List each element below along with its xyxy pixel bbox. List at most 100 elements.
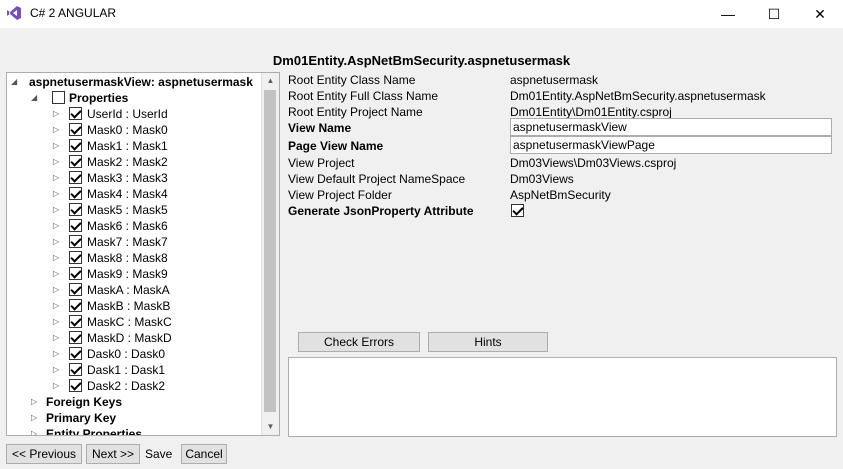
tree-item-label: MaskC : MaskC [87,315,172,329]
view-project-label: View Project [288,156,355,170]
item-checkbox[interactable] [69,187,82,200]
title-bar: C# 2 ANGULAR — ☐ ✕ [0,0,843,28]
root-class-row: Root Entity Class Name [288,72,415,88]
item-checkbox[interactable] [69,363,82,376]
previous-button[interactable]: << Previous [6,444,82,464]
primary-key-label: Primary Key [46,411,117,425]
check-errors-button[interactable]: Check Errors [298,332,420,352]
tree-root-label: aspnetusermaskView: aspnetusermask [29,75,253,89]
item-checkbox[interactable] [69,139,82,152]
collapsed-arrow-icon[interactable]: ▷ [53,298,63,314]
collapsed-arrow-icon[interactable]: ▷ [53,266,63,282]
entity-properties-label: Entity Properties [46,427,143,436]
item-checkbox[interactable] [69,203,82,216]
item-checkbox[interactable] [69,251,82,264]
collapsed-arrow-icon[interactable]: ▷ [31,426,41,435]
foreign-keys-label: Foreign Keys [46,395,123,409]
hints-button[interactable]: Hints [428,332,548,352]
collapsed-arrow-icon[interactable]: ▷ [53,106,63,122]
visual-studio-icon [7,6,21,20]
item-checkbox[interactable] [69,219,82,232]
tree-item-label: UserId : UserId [87,107,168,121]
item-checkbox[interactable] [69,283,82,296]
page-title: Dm01Entity.AspNetBmSecurity.aspnetuserma… [272,53,571,68]
item-checkbox[interactable] [69,155,82,168]
item-checkbox[interactable] [69,107,82,120]
item-checkbox[interactable] [69,331,82,344]
tree-item-label: Mask8 : Mask8 [87,251,168,265]
collapsed-arrow-icon[interactable]: ▷ [53,234,63,250]
view-folder-label: View Project Folder [288,188,392,202]
collapsed-arrow-icon[interactable]: ▷ [31,394,41,410]
root-project-row: Root Entity Project Name [288,104,423,120]
item-checkbox[interactable] [69,267,82,280]
collapsed-arrow-icon[interactable]: ▷ [53,202,63,218]
entity-tree[interactable]: ◢ aspnetusermaskView: aspnetusermask ◢ P… [6,72,280,436]
tree-scrollbar[interactable]: ▲ ▼ [261,73,279,435]
collapsed-arrow-icon[interactable]: ▷ [53,138,63,154]
root-full-value: Dm01Entity.AspNetBmSecurity.aspnetuserma… [510,89,766,103]
scrollbar-thumb[interactable] [264,90,276,412]
item-checkbox[interactable] [69,379,82,392]
collapsed-arrow-icon[interactable]: ▷ [53,314,63,330]
root-class-label: Root Entity Class Name [288,73,416,87]
collapsed-arrow-icon[interactable]: ▷ [53,170,63,186]
scroll-down-icon[interactable]: ▼ [262,420,279,434]
tree-item-label: MaskA : MaskA [87,283,170,297]
collapsed-arrow-icon[interactable]: ▷ [53,282,63,298]
collapsed-arrow-icon[interactable]: ▷ [53,362,63,378]
view-ns-value: Dm03Views [510,172,574,186]
item-checkbox[interactable] [69,315,82,328]
properties-checkbox[interactable] [52,91,65,104]
tree-item-label: Mask3 : Mask3 [87,171,168,185]
expanded-arrow-icon[interactable]: ◢ [31,90,41,106]
view-name-input[interactable]: aspnetusermaskView [510,118,832,136]
item-checkbox[interactable] [69,347,82,360]
tree-item-label: Mask2 : Mask2 [87,155,168,169]
properties-label: Properties [69,91,129,105]
root-full-row: Root Entity Full Class Name [288,88,438,104]
next-button[interactable]: Next >> [86,444,140,464]
errors-output[interactable] [288,357,837,437]
page-view-input[interactable]: aspnetusermaskViewPage [510,136,832,154]
maximize-button[interactable]: ☐ [751,0,797,28]
collapsed-arrow-icon[interactable]: ▷ [53,218,63,234]
tree-item-label: Dask2 : Dask2 [87,379,166,393]
close-button[interactable]: ✕ [797,0,843,28]
tree-item-label: Mask5 : Mask5 [87,203,168,217]
tree-item-label: Mask9 : Mask9 [87,267,168,281]
collapsed-arrow-icon[interactable]: ▷ [53,378,63,394]
view-folder-value: AspNetBmSecurity [510,188,611,202]
item-checkbox[interactable] [69,299,82,312]
item-checkbox[interactable] [69,123,82,136]
tree-item-label: Dask1 : Dask1 [87,363,166,377]
scroll-up-icon[interactable]: ▲ [262,74,279,88]
page-view-label: Page View Name [288,139,384,153]
collapsed-arrow-icon[interactable]: ▷ [53,346,63,362]
collapsed-arrow-icon[interactable]: ▷ [53,330,63,346]
root-full-label: Root Entity Full Class Name [288,89,439,103]
tree-item-label: MaskB : MaskB [87,299,171,313]
tree-item-label: Dask0 : Dask0 [87,347,166,361]
save-button[interactable]: Save [145,446,172,462]
collapsed-arrow-icon[interactable]: ▷ [31,410,41,426]
view-project-value: Dm03Views\Dm03Views.csproj [510,156,677,170]
minimize-button[interactable]: — [705,0,751,28]
collapsed-arrow-icon[interactable]: ▷ [53,186,63,202]
window-title: C# 2 ANGULAR [30,6,117,20]
json-attr-checkbox[interactable] [511,204,524,217]
item-checkbox[interactable] [69,171,82,184]
collapsed-arrow-icon[interactable]: ▷ [53,250,63,266]
tree-item-label: Mask7 : Mask7 [87,235,168,249]
json-attr-label: Generate JsonProperty Attribute [288,204,474,218]
cancel-button[interactable]: Cancel [181,444,227,464]
collapsed-arrow-icon[interactable]: ▷ [53,122,63,138]
tree-item-label: Mask0 : Mask0 [87,123,168,137]
expanded-arrow-icon[interactable]: ◢ [11,74,21,90]
view-ns-label: View Default Project NameSpace [288,172,466,186]
tree-item-label: Mask1 : Mask1 [87,139,168,153]
item-checkbox[interactable] [69,235,82,248]
tree-item-label: Mask4 : Mask4 [87,187,168,201]
tree-item-label: MaskD : MaskD [87,331,172,345]
collapsed-arrow-icon[interactable]: ▷ [53,154,63,170]
